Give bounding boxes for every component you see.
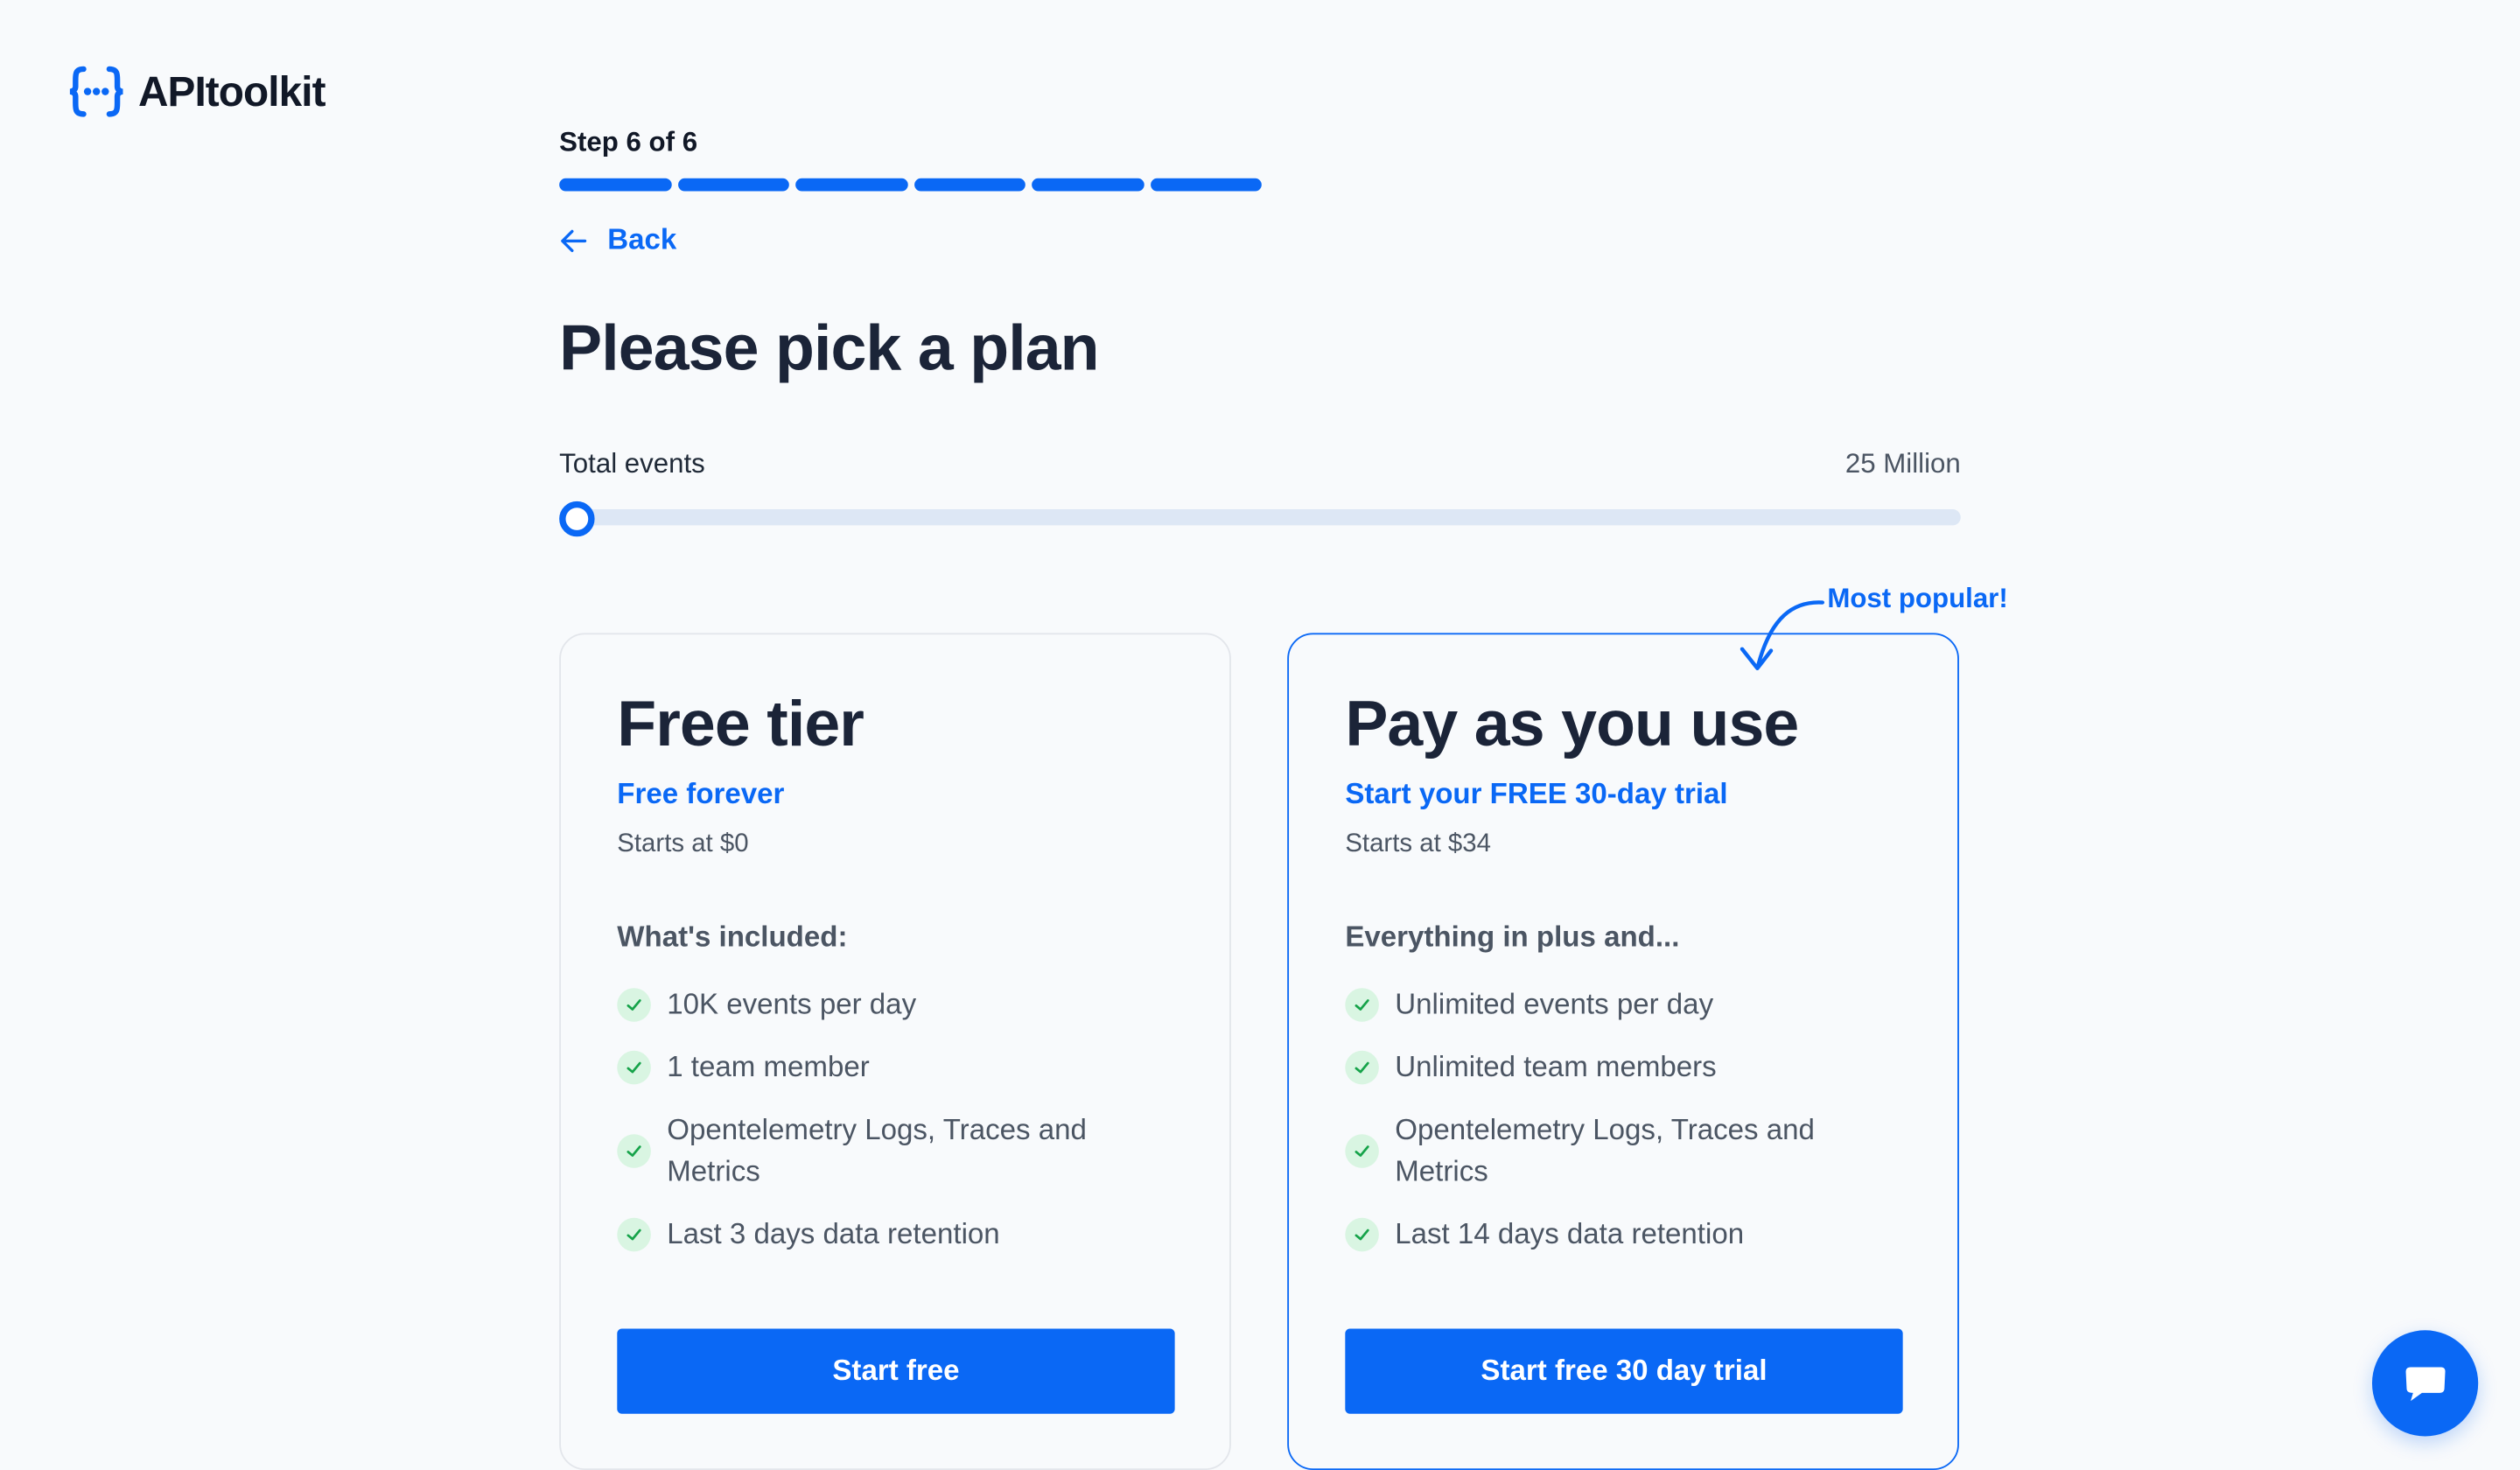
check-icon [1345,987,1379,1021]
brand-logo[interactable]: APItoolkit [67,64,326,118]
plan-feature-list: 10K events per day 1 team member Opentel… [617,984,1172,1255]
plan-feature-list: Unlimited events per day Unlimited team … [1345,984,1900,1255]
list-item: Opentelemetry Logs, Traces and Metrics [1345,1109,1900,1192]
feature-text: 10K events per day [667,988,917,1020]
plan-subtitle: Start your FREE 30-day trial [1345,777,1728,810]
curly-braces-dots-icon [69,66,123,117]
page: APItoolkit Step 6 of 6 Back Please pick … [0,0,2520,1470]
progress-segment [677,178,789,192]
plan-subtitle: Free forever [617,777,785,810]
plan-card-free: Free tier Free forever Starts at $0 What… [559,633,1231,1470]
progress-segment [914,178,1026,192]
list-item: Unlimited events per day [1345,984,1900,1026]
progress-segment [1032,178,1144,192]
step-progress-bar [559,178,1262,192]
progress-segment [1150,178,1262,192]
check-icon [617,1133,651,1167]
progress-segment [795,178,907,192]
check-icon [1345,1216,1379,1251]
check-icon [617,987,651,1021]
brand-name: APItoolkit [137,66,326,116]
progress-segment [559,178,671,192]
list-item: 10K events per day [617,984,1172,1026]
plan-name: Pay as you use [1345,689,1799,760]
plan-included-heading: What's included: [617,920,848,953]
total-events-label: Total events [559,448,705,480]
events-slider-thumb[interactable] [559,500,595,537]
plan-price: Starts at $34 [1345,830,1491,858]
check-icon [1345,1133,1379,1167]
list-item: Last 14 days data retention [1345,1213,1900,1255]
feature-text: Unlimited events per day [1395,988,1714,1020]
chat-launcher-button[interactable] [2371,1330,2479,1437]
chat-bubble-icon [2405,1367,2446,1402]
total-events-value: 25 Million [1844,448,1961,480]
list-item: 1 team member [617,1046,1172,1088]
check-icon [617,1049,651,1084]
plan-card-pay-as-you-use: Pay as you use Start your FREE 30-day tr… [1287,633,1959,1470]
events-slider-track[interactable] [559,509,1961,526]
curved-arrow-icon [1740,600,1825,671]
arrow-left-icon [561,228,587,252]
feature-text: Last 14 days data retention [1395,1217,1745,1250]
check-icon [617,1216,651,1251]
list-item: Unlimited team members [1345,1046,1900,1088]
plan-included-heading: Everything in plus and... [1345,920,1680,953]
plan-price: Starts at $0 [617,830,749,858]
most-popular-badge: Most popular! [1827,583,2008,614]
plan-name: Free tier [617,689,864,760]
start-trial-button[interactable]: Start free 30 day trial [1345,1328,1903,1414]
page-title: Please pick a plan [559,313,1099,384]
list-item: Last 3 days data retention [617,1213,1172,1255]
feature-text: Unlimited team members [1395,1050,1717,1083]
step-indicator: Step 6 of 6 [559,127,698,158]
check-icon [1345,1049,1379,1084]
feature-text: 1 team member [667,1050,870,1083]
feature-text: Last 3 days data retention [667,1217,1000,1250]
start-free-button[interactable]: Start free [617,1328,1175,1414]
back-link[interactable]: Back [559,223,676,257]
feature-text: Opentelemetry Logs, Traces and Metrics [1395,1113,1815,1187]
feature-text: Opentelemetry Logs, Traces and Metrics [667,1113,1087,1187]
back-label: Back [607,223,677,256]
list-item: Opentelemetry Logs, Traces and Metrics [617,1109,1172,1192]
